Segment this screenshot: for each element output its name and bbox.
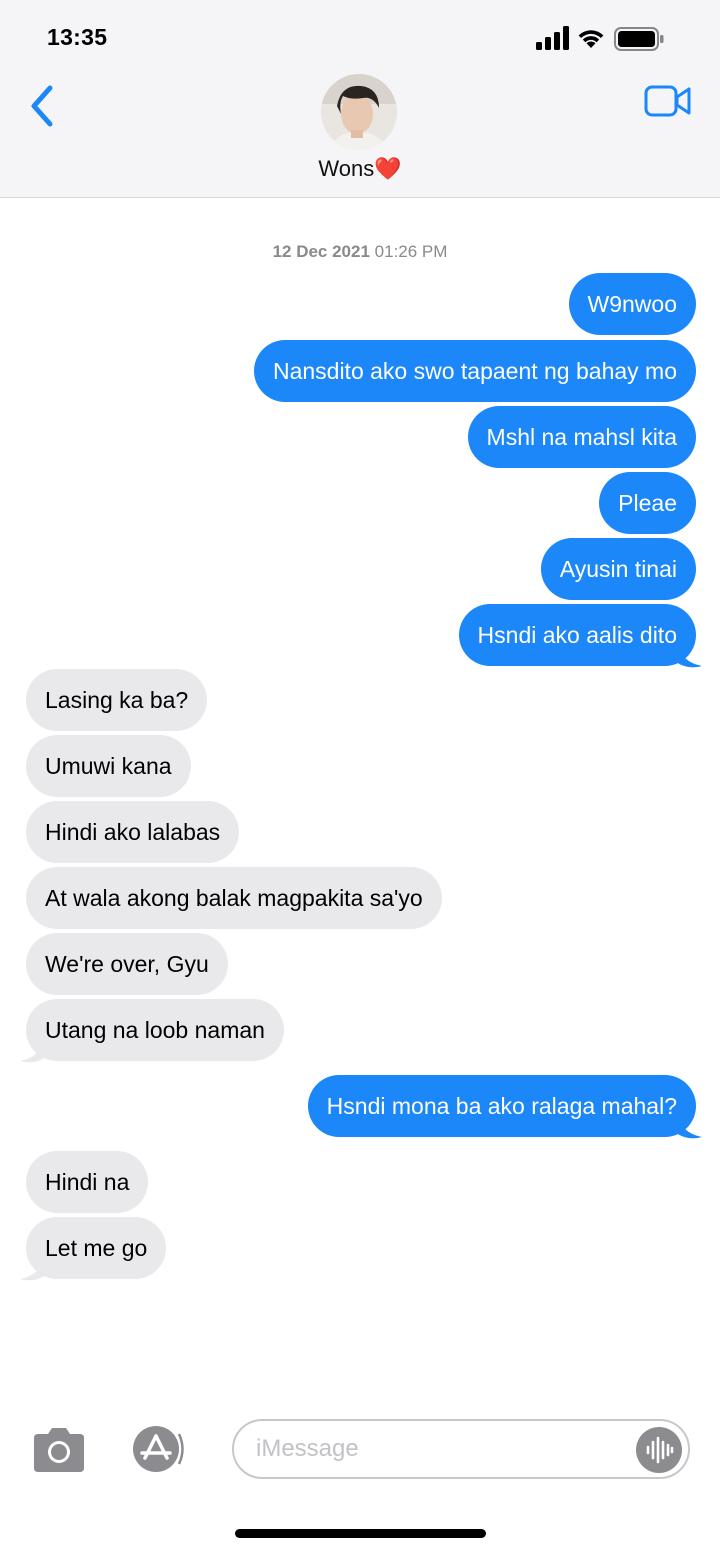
sent-message-bubble[interactable]: Hsndi ako aalis dito: [458, 604, 696, 666]
timestamp-date: 12 Dec 2021: [272, 242, 370, 261]
timestamp-time: 01:26 PM: [374, 242, 448, 261]
message-text: Hsndi mona ba ako ralaga mahal?: [326, 1093, 677, 1119]
video-call-button[interactable]: [644, 84, 692, 118]
message-text: Let me go: [45, 1235, 148, 1261]
received-bubble-tail: [20, 1253, 46, 1281]
message-text: Nansdito ako swo tapaent ng bahay mo: [272, 358, 677, 384]
sent-bubble-tail: [676, 1111, 702, 1139]
sent-message-bubble[interactable]: Hsndi mona ba ako ralaga mahal?: [307, 1075, 696, 1137]
conversation-header: 13:35 Wons❤️: [0, 0, 720, 198]
message-text: Mshl na mahsl kita: [486, 424, 677, 450]
red-heart-emoji: ❤️: [374, 156, 402, 181]
avatar-photo: [321, 74, 397, 150]
video-camera-icon: [644, 85, 691, 117]
received-message-bubble[interactable]: Let me go: [26, 1217, 167, 1279]
imessage-input[interactable]: [256, 1429, 636, 1469]
camera-button[interactable]: [30, 1426, 88, 1474]
received-message-bubble[interactable]: At wala akong balak magpakita sa'yo: [26, 867, 442, 929]
battery-icon: [614, 27, 664, 51]
contact-name-text: Wons: [318, 156, 375, 181]
received-message-bubble[interactable]: We're over, Gyu: [26, 933, 228, 995]
message-timestamp: 12 Dec 2021 01:26 PM: [0, 242, 720, 262]
status-icons: [536, 26, 686, 52]
contact-avatar[interactable]: [321, 74, 397, 150]
message-text: Pleae: [618, 490, 677, 516]
received-message-bubble[interactable]: Lasing ka ba?: [26, 669, 208, 731]
signal-icon: [536, 26, 569, 50]
audio-message-button[interactable]: [636, 1427, 682, 1473]
imessage-input-box[interactable]: [232, 1419, 690, 1479]
sent-message-bubble[interactable]: Mshl na mahsl kita: [467, 406, 696, 468]
message-text: At wala akong balak magpakita sa'yo: [45, 885, 423, 911]
contact-name[interactable]: Wons❤️: [0, 156, 720, 182]
received-message-bubble[interactable]: Umuwi kana: [26, 735, 191, 797]
message-text: Utang na loob naman: [45, 1017, 265, 1043]
sent-message-bubble[interactable]: Ayusin tinai: [540, 538, 696, 600]
sent-bubble-tail: [676, 640, 702, 668]
message-text: We're over, Gyu: [45, 951, 209, 977]
message-text: Ayusin tinai: [559, 556, 677, 582]
message-text: W9nwoo: [587, 291, 677, 317]
message-text: Hindi ako lalabas: [45, 819, 221, 845]
received-message-bubble[interactable]: Hindi ako lalabas: [26, 801, 240, 863]
sent-message-bubble[interactable]: Pleae: [599, 472, 696, 534]
sent-message-bubble[interactable]: Nansdito ako swo tapaent ng bahay mo: [253, 340, 696, 402]
wifi-icon: [578, 30, 604, 48]
message-text: Hindi na: [45, 1169, 130, 1195]
received-message-bubble[interactable]: Utang na loob naman: [26, 999, 284, 1061]
app-store-icon: [133, 1426, 184, 1472]
message-text: Umuwi kana: [45, 753, 172, 779]
message-text: Hsndi ako aalis dito: [477, 622, 677, 648]
camera-icon: [34, 1428, 84, 1472]
messages-screen: 13:35 Wons❤️ 12 Dec 2021 01:26 PM W9nwoo…: [0, 0, 720, 1555]
received-message-bubble[interactable]: Hindi na: [26, 1151, 149, 1213]
back-button[interactable]: [24, 80, 64, 132]
chevron-left-icon: [31, 85, 53, 127]
sent-message-bubble[interactable]: W9nwoo: [568, 273, 696, 335]
audio-waveform-icon: [646, 1436, 674, 1464]
home-indicator[interactable]: [235, 1529, 486, 1538]
app-store-button[interactable]: [126, 1424, 194, 1476]
received-bubble-tail: [20, 1035, 46, 1063]
status-time: 13:35: [47, 24, 108, 50]
message-text: Lasing ka ba?: [45, 687, 189, 713]
